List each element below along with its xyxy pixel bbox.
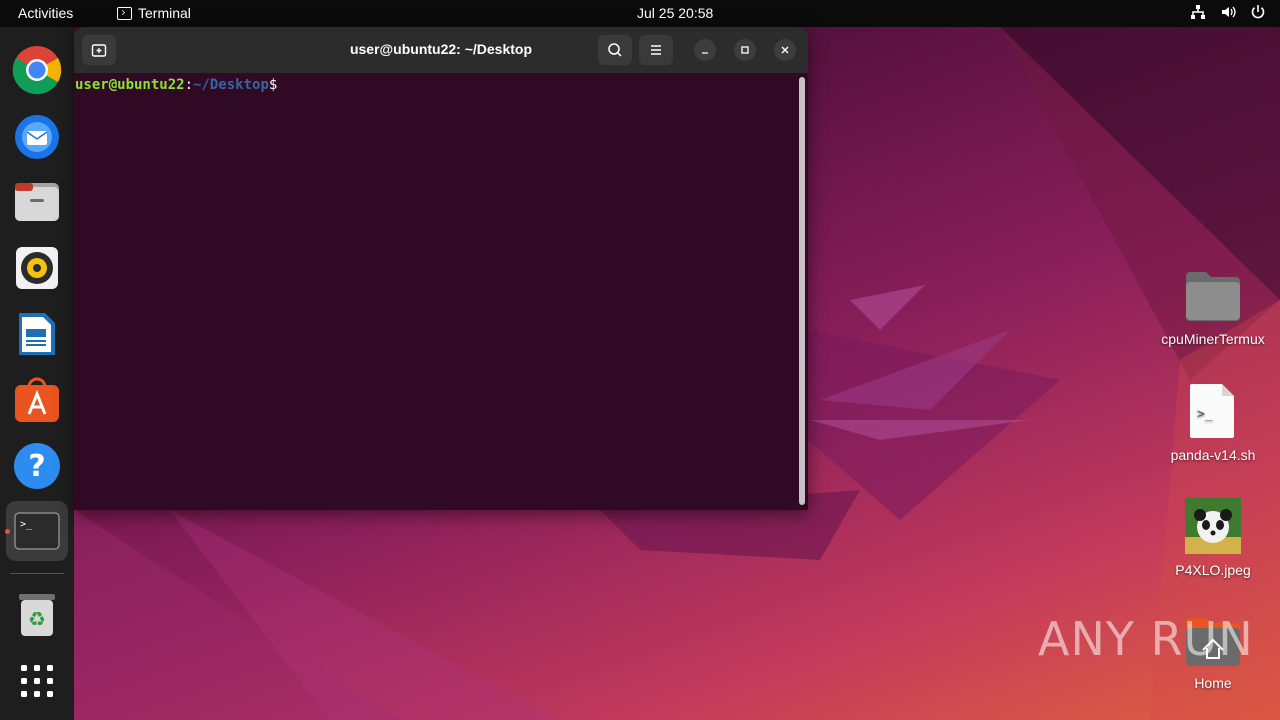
network-icon[interactable] [1190,4,1206,20]
thunderbird-icon[interactable] [10,109,64,163]
desktop-icon-folder[interactable]: cpuMinerTermux [1148,268,1278,347]
terminal-header-bar[interactable]: user@ubuntu22: ~/Desktop [74,27,808,73]
svg-text:>_: >_ [1197,407,1213,422]
svg-text:>_: >_ [20,519,33,530]
help-icon[interactable]: ? [10,439,64,493]
watermark-text: ANY RUN [1038,612,1254,666]
svg-text:?: ? [28,449,45,484]
power-icon[interactable] [1250,4,1266,20]
terminal-window[interactable]: user@ubuntu22: ~/Desktop user@ubuntu22:~… [74,27,808,510]
desktop-icon-script[interactable]: >_ panda-v14.sh [1148,382,1278,463]
rhythmbox-icon[interactable] [10,241,64,295]
search-icon [608,43,622,57]
dock: ? >_ ♻ [0,27,74,720]
maximize-icon [741,46,749,54]
desktop-icon-label: panda-v14.sh [1170,447,1256,463]
menu-button[interactable] [639,35,673,65]
files-icon[interactable] [10,175,64,229]
shell-script-icon: >_ [1190,384,1234,438]
activities-button[interactable]: Activities [18,5,73,21]
minimize-icon [702,52,708,54]
terminal-icon[interactable]: >_ [6,501,68,561]
desktop-icon-label: P4XLO.jpeg [1175,562,1251,578]
image-thumbnail-icon [1185,498,1241,554]
maximize-button[interactable] [734,39,756,61]
system-tray[interactable] [1190,4,1266,20]
desktop-icon-label: Home [1194,675,1232,691]
close-icon [781,46,789,54]
chrome-icon[interactable] [10,43,64,97]
terminal-small-icon [117,6,132,20]
dock-separator [10,573,64,574]
prompt-user: user@ubuntu22 [75,77,185,93]
desktop-icon-label: cpuMinerTermux [1161,331,1265,347]
prompt-dollar: $ [268,77,278,93]
desktop-icon-image[interactable]: P4XLO.jpeg [1148,497,1278,578]
search-button[interactable] [598,35,632,65]
prompt-colon: : [184,77,194,93]
top-bar: Activities Terminal Jul 25 20:58 [0,0,1280,27]
minimize-button[interactable] [694,39,716,61]
trash-icon[interactable]: ♻ [10,588,64,642]
clock[interactable]: Jul 25 20:58 [637,5,713,21]
app-center-icon[interactable] [10,373,64,427]
terminal-output[interactable]: user@ubuntu22:~/Desktop$ [74,73,808,510]
terminal-scrollbar[interactable] [799,77,805,505]
close-button[interactable] [774,39,796,61]
folder-icon [1186,272,1240,321]
libreoffice-writer-icon[interactable] [10,307,64,361]
show-apps-icon[interactable] [10,654,64,708]
anyrun-watermark: ANY RUN [1038,612,1254,666]
hamburger-icon [651,45,661,55]
svg-text:♻: ♻ [28,607,46,631]
prompt-path: ~/Desktop [193,77,269,93]
volume-icon[interactable] [1220,4,1236,20]
app-menu-label: Terminal [138,5,191,21]
running-indicator [5,529,10,534]
app-menu[interactable]: Terminal [117,5,191,21]
